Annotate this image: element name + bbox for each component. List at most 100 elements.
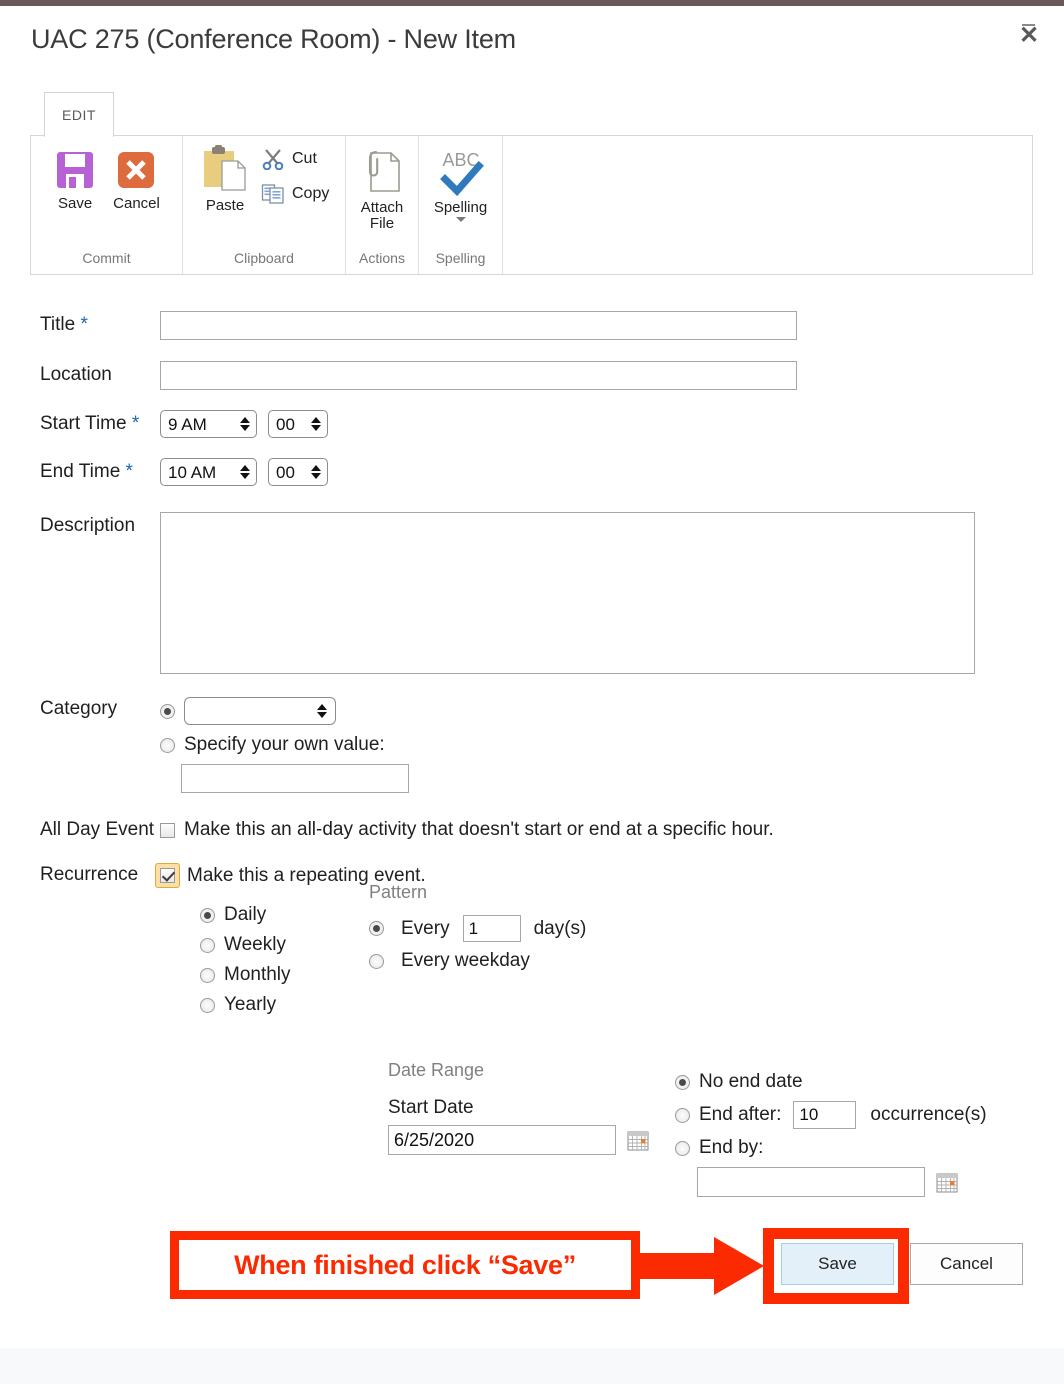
frequency-weekly-label: Weekly <box>224 934 286 955</box>
category-select-row <box>160 697 1064 725</box>
ribbon-group-clipboard: Paste Cut Copy Clipboard <box>183 136 346 274</box>
recurrence-pattern-group: Pattern Every day(s) Every weekday <box>369 882 586 1016</box>
calendar-icon[interactable] <box>627 1130 649 1151</box>
frequency-yearly-radio[interactable] <box>200 997 215 1013</box>
end-after-radio[interactable] <box>675 1107 690 1123</box>
category-preset-radio[interactable] <box>160 703 175 719</box>
spelling-ribbon-label: Spelling <box>433 199 488 216</box>
recurrence-frequency-group: Daily Weekly Monthly Yearly <box>200 904 365 1016</box>
annotation-text: When finished click “Save” <box>234 1249 576 1280</box>
start-date-input[interactable] <box>388 1125 616 1155</box>
chevron-down-icon[interactable] <box>455 217 466 223</box>
ribbon-group-commit: Save Cancel Commit <box>31 136 183 274</box>
cut-ribbon-button[interactable]: Cut <box>257 146 333 172</box>
all-day-event-checkbox-label: Make this an all-day activity that doesn… <box>184 819 774 840</box>
ribbon-panel: Save Cancel Commit Paste Cut Copy Clipbo… <box>30 135 1033 275</box>
category-custom-input-cell <box>181 764 1064 793</box>
ribbon-group-actions: Attach File Actions <box>346 136 419 274</box>
form-row-category: Category Specify your own value: <box>0 697 1064 793</box>
end-time-minute-select[interactable]: 00 <box>268 458 328 486</box>
frequency-daily-label: Daily <box>224 904 267 925</box>
save-ribbon-button[interactable]: Save <box>45 148 105 211</box>
end-time-field-cell: 10 AM 00 <box>160 458 1064 486</box>
pattern-weekday-row: Every weekday <box>369 950 586 972</box>
save-button-highlight-box <box>763 1228 909 1304</box>
no-end-date-label: No end date <box>699 1071 803 1092</box>
category-select-wrap <box>184 697 336 725</box>
end-time-label: End Time * <box>0 461 160 483</box>
recurrence-checkbox[interactable] <box>160 868 175 883</box>
attach-file-ribbon-button[interactable]: Attach File <box>360 148 404 232</box>
cut-ribbon-label: Cut <box>292 149 317 167</box>
frequency-yearly-row[interactable]: Yearly <box>200 994 365 1016</box>
cancel-button[interactable]: Cancel <box>910 1243 1023 1285</box>
pattern-interval-input[interactable] <box>462 915 521 942</box>
scissors-icon <box>262 149 284 170</box>
save-floppy-icon <box>57 152 94 188</box>
start-minute-wrap: 00 <box>268 410 328 438</box>
frequency-monthly-row[interactable]: Monthly <box>200 964 365 986</box>
description-label: Description <box>40 515 136 536</box>
frequency-weekly-row[interactable]: Weekly <box>200 934 365 956</box>
location-field-cell <box>160 360 1064 390</box>
frequency-monthly-radio[interactable] <box>200 967 215 983</box>
category-custom-input[interactable] <box>181 764 409 793</box>
end-by-date-row <box>697 1167 987 1197</box>
title-input[interactable] <box>160 310 797 340</box>
start-time-label-text: Start Time <box>40 412 127 434</box>
end-after-row: End after: occurrence(s) <box>675 1101 987 1129</box>
pattern-every-radio[interactable] <box>369 921 384 936</box>
calendar-icon[interactable] <box>936 1172 958 1193</box>
end-by-date-input[interactable] <box>697 1167 925 1197</box>
paste-ribbon-button[interactable]: Paste <box>193 144 257 213</box>
spelling-ribbon-button[interactable]: ABC Spelling <box>433 148 488 223</box>
pattern-weekday-radio[interactable] <box>369 953 384 969</box>
paste-clipboard-icon <box>204 145 246 191</box>
all-day-event-label: All Day Event <box>40 818 155 840</box>
start-date-group: Start Date <box>388 1097 649 1155</box>
end-by-radio[interactable] <box>675 1140 690 1156</box>
ribbon-tabstrip: EDIT <box>30 92 1033 137</box>
ribbon-empty-area <box>503 136 1032 274</box>
title-label: Title * <box>0 313 160 336</box>
pattern-every-row: Every day(s) <box>369 915 586 942</box>
start-time-hour-select[interactable]: 9 AM <box>160 410 257 438</box>
copy-ribbon-label: Copy <box>292 184 330 202</box>
location-input[interactable] <box>160 360 797 390</box>
start-date-row <box>388 1125 649 1155</box>
title-label-text: Title <box>40 313 76 335</box>
no-end-date-radio[interactable] <box>675 1074 690 1090</box>
save-ribbon-label: Save <box>58 195 93 212</box>
ribbon: EDIT Save Cancel Commit Paste Cut Copy C… <box>30 92 1033 275</box>
end-time-hour-select[interactable]: 10 AM <box>160 458 257 486</box>
form-row-start-time: Start Time * 9 AM 00 <box>0 400 1064 448</box>
start-time-minute-select[interactable]: 00 <box>268 410 328 438</box>
bottom-strip <box>0 1348 1064 1384</box>
pattern-heading: Pattern <box>369 882 428 902</box>
pattern-weekday-label: Every weekday <box>401 950 530 971</box>
right-arrow-annotation <box>640 1237 764 1295</box>
category-custom-radio[interactable] <box>160 737 175 753</box>
tab-edit[interactable]: EDIT <box>44 92 114 137</box>
close-icon[interactable]: ✕ <box>1016 22 1042 50</box>
category-custom-row: Specify your own value: <box>160 734 1064 756</box>
ribbon-group-label-spelling: Spelling <box>435 250 486 266</box>
paste-ribbon-label: Paste <box>205 197 245 214</box>
end-by-row: End by: <box>675 1137 987 1159</box>
no-end-date-row[interactable]: No end date <box>675 1071 987 1093</box>
frequency-daily-radio[interactable] <box>200 907 215 923</box>
pattern-every-label: Every <box>401 917 450 939</box>
copy-ribbon-button[interactable]: Copy <box>257 181 333 207</box>
cancel-x-icon <box>118 152 155 188</box>
close-icon-glyph: ✕ <box>1018 22 1040 49</box>
frequency-weekly-radio[interactable] <box>200 937 215 953</box>
end-hour-wrap: 10 AM <box>160 458 257 486</box>
category-custom-label: Specify your own value: <box>184 734 385 755</box>
all-day-event-checkbox[interactable] <box>160 822 175 838</box>
category-select[interactable] <box>184 697 336 725</box>
end-after-occurrences-input[interactable] <box>793 1101 857 1129</box>
description-textarea[interactable] <box>160 512 975 674</box>
cancel-ribbon-button[interactable]: Cancel <box>105 148 168 211</box>
start-hour-wrap: 9 AM <box>160 410 257 438</box>
frequency-daily-row[interactable]: Daily <box>200 904 365 926</box>
